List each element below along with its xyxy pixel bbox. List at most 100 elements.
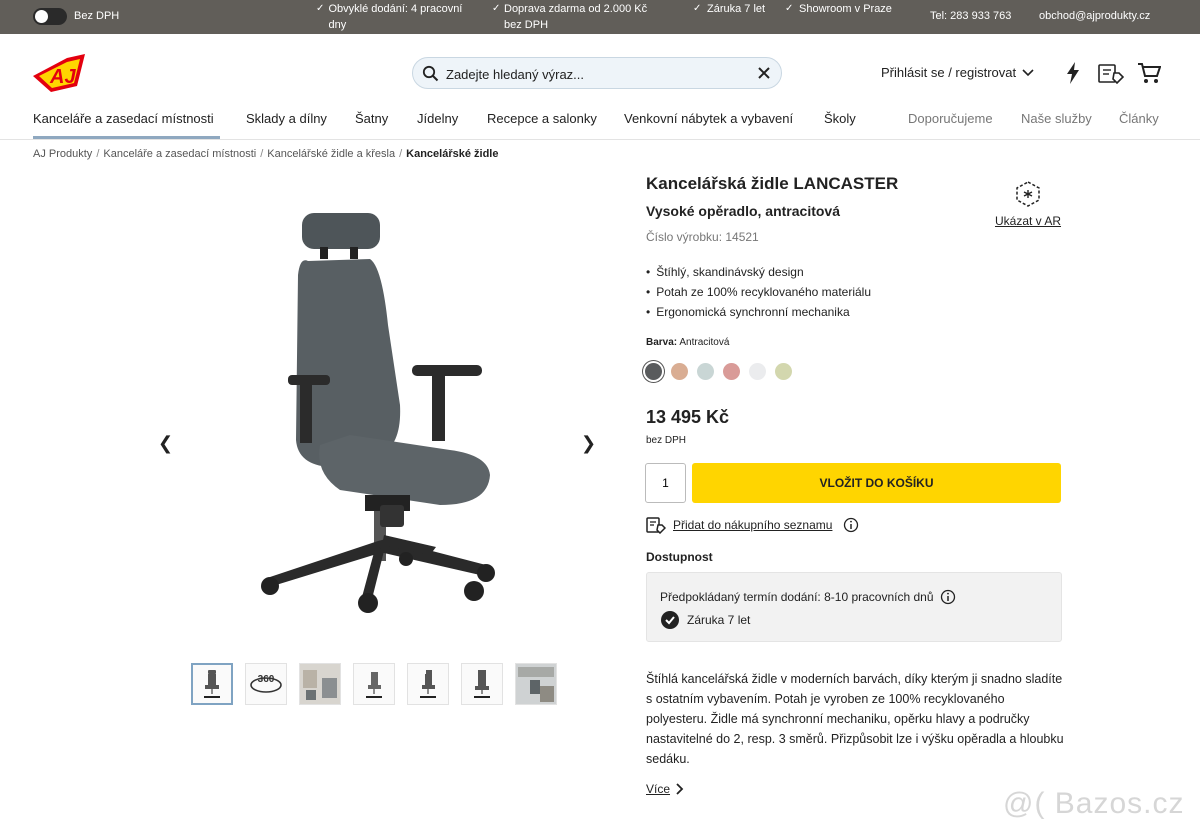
vat-toggle-label: Bez DPH <box>74 10 120 22</box>
availability-box: Předpokládaný termín dodání: 8-10 pracov… <box>646 572 1062 642</box>
usp-showroom[interactable]: ✓ Showroom v Praze <box>785 1 895 17</box>
color-swatch[interactable] <box>775 363 792 380</box>
usp-text: Showroom v Praze <box>799 3 892 15</box>
shopping-list-icon[interactable] <box>1098 62 1124 84</box>
usp-free-shipping: ✓ Doprava zdarma od 2.000 Kč bez DPH <box>492 1 667 33</box>
phone-link[interactable]: Tel: 283 933 763 <box>930 10 1011 22</box>
chair-thumbnail-icon <box>204 670 220 698</box>
color-swatch[interactable] <box>671 363 688 380</box>
cart-icon[interactable] <box>1137 62 1161 84</box>
warranty-row: Záruka 7 let <box>660 610 750 630</box>
lightning-icon[interactable] <box>1066 62 1080 84</box>
breadcrumb-item[interactable]: Kanceláře a zasedací místnosti <box>103 148 256 160</box>
feature-item: Štíhlý, skandinávský design <box>646 262 871 282</box>
add-to-list-link[interactable]: Přidat do nákupního seznamu <box>646 516 859 534</box>
thumbnail[interactable] <box>191 663 233 705</box>
thumbnail[interactable] <box>353 663 395 705</box>
color-label-value: Antracitová <box>679 337 730 348</box>
office-scene-thumbnail-icon <box>300 664 340 704</box>
ar-button[interactable]: Ukázat v AR <box>992 181 1064 228</box>
thumbnail[interactable] <box>407 663 449 705</box>
product-image[interactable] <box>190 205 610 645</box>
search-input[interactable] <box>446 64 746 84</box>
delivery-estimate: Předpokládaný termín dodání: 8-10 pracov… <box>660 589 956 605</box>
email-link[interactable]: obchod@ajprodukty.cz <box>1039 10 1150 22</box>
color-swatch[interactable] <box>749 363 766 380</box>
nav-item-outdoor[interactable]: Venkovní nábytek a vybavení <box>624 111 793 126</box>
login-button[interactable]: Přihlásit se / registrovat <box>881 65 1034 80</box>
delivery-text: Předpokládaný termín dodání: 8-10 pracov… <box>660 590 934 604</box>
aj-logo[interactable]: AJ <box>33 54 85 92</box>
vat-toggle[interactable] <box>33 8 67 25</box>
color-label-key: Barva: <box>646 337 678 348</box>
usp-text: Doprava zdarma od 2.000 Kč bez DPH <box>504 3 648 31</box>
nav-item-canteens[interactable]: Jídelny <box>417 111 458 126</box>
toggle-knob <box>35 10 48 23</box>
main-nav: Kanceláře a zasedací místnosti Sklady a … <box>0 108 1200 140</box>
check-icon: ✓ <box>316 3 325 14</box>
login-label: Přihlásit se / registrovat <box>881 65 1017 80</box>
more-label: Více <box>646 782 671 796</box>
more-link[interactable]: Více <box>646 782 684 796</box>
product-subtitle: Vysoké opěradlo, antracitová <box>646 203 840 219</box>
thumbnail-strip: 360 <box>191 663 557 705</box>
thumbnail[interactable] <box>515 663 557 705</box>
availability-heading: Dostupnost <box>646 550 713 564</box>
nav-active-indicator <box>33 136 220 139</box>
nav-item-recommended[interactable]: Doporučujeme <box>908 111 993 126</box>
product-description: Štíhlá kancelářská židle v moderních bar… <box>646 672 1064 766</box>
check-icon: ✓ <box>785 3 794 14</box>
product-number: Číslo výrobku: 14521 <box>646 230 759 244</box>
search-icon[interactable] <box>422 65 439 82</box>
chair-thumbnail-icon <box>474 670 490 698</box>
color-swatch[interactable] <box>697 363 714 380</box>
office-scene-thumbnail-icon <box>516 664 556 704</box>
feature-item: Potah ze 100% recyklovaného materiálu <box>646 282 871 302</box>
aj-logo-icon: AJ <box>33 54 85 92</box>
chevron-down-icon <box>1022 68 1034 76</box>
gallery-next-arrow[interactable]: ❯ <box>581 433 596 454</box>
ar-label: Ukázat v AR <box>994 214 1062 228</box>
nav-item-services[interactable]: Naše služby <box>1021 111 1092 126</box>
chair-thumbnail-icon <box>420 670 436 698</box>
price: 13 495 Kč <box>646 407 730 427</box>
thumbnail-360[interactable]: 360 <box>245 663 287 705</box>
usp-text: Obvyklé dodání: 4 pracovní dny <box>328 3 463 31</box>
color-swatch[interactable] <box>723 363 740 380</box>
warranty-text: Záruka 7 let <box>687 613 751 627</box>
gallery-prev-arrow[interactable]: ❮ <box>158 433 173 454</box>
product-title: Kancelářská židle LANCASTER <box>646 174 899 193</box>
quantity-input[interactable] <box>645 463 686 503</box>
thumbnail[interactable] <box>299 663 341 705</box>
nav-item-offices[interactable]: Kanceláře a zasedací místnosti <box>33 111 214 126</box>
chair-thumbnail-icon <box>366 672 382 698</box>
color-swatch-anthracite[interactable] <box>645 363 662 380</box>
nav-item-warehouses[interactable]: Sklady a dílny <box>246 111 327 126</box>
ar-cube-icon <box>1016 181 1040 207</box>
breadcrumb-current: Kancelářské židle <box>406 148 499 160</box>
breadcrumb-item[interactable]: Kancelářské židle a křesla <box>267 148 395 160</box>
search-bar[interactable] <box>412 57 782 89</box>
top-bar: Bez DPH ✓ Obvyklé dodání: 4 pracovní dny … <box>0 0 1200 34</box>
add-to-cart-button[interactable]: VLOŽIT DO KOŠÍKU <box>692 463 1061 503</box>
usp-text: Záruka 7 let <box>707 3 766 15</box>
price-vat-note: bez DPH <box>646 435 687 446</box>
breadcrumb: AJ Produkty / Kanceláře a zasedací místnos… <box>33 148 499 160</box>
info-icon[interactable] <box>843 517 859 533</box>
nav-item-articles[interactable]: Články <box>1119 111 1159 126</box>
close-icon[interactable] <box>757 66 771 80</box>
nav-item-changing-rooms[interactable]: Šatny <box>355 111 388 126</box>
nav-item-schools[interactable]: Školy <box>824 111 856 126</box>
check-icon: ✓ <box>693 3 702 14</box>
usp-delivery: ✓ Obvyklé dodání: 4 pracovní dny <box>316 1 466 33</box>
shopping-list-icon <box>646 517 666 534</box>
check-icon: ✓ <box>492 3 501 14</box>
breadcrumb-item[interactable]: AJ Produkty <box>33 148 92 160</box>
feature-item: Ergonomická synchronní mechanika <box>646 302 871 322</box>
chevron-right-icon <box>676 783 684 795</box>
nav-item-reception[interactable]: Recepce a salonky <box>487 111 597 126</box>
info-icon[interactable] <box>940 589 956 605</box>
usp-warranty: ✓ Záruka 7 let <box>693 1 773 17</box>
feature-list: Štíhlý, skandinávský design Potah ze 100… <box>646 262 871 322</box>
thumbnail[interactable] <box>461 663 503 705</box>
